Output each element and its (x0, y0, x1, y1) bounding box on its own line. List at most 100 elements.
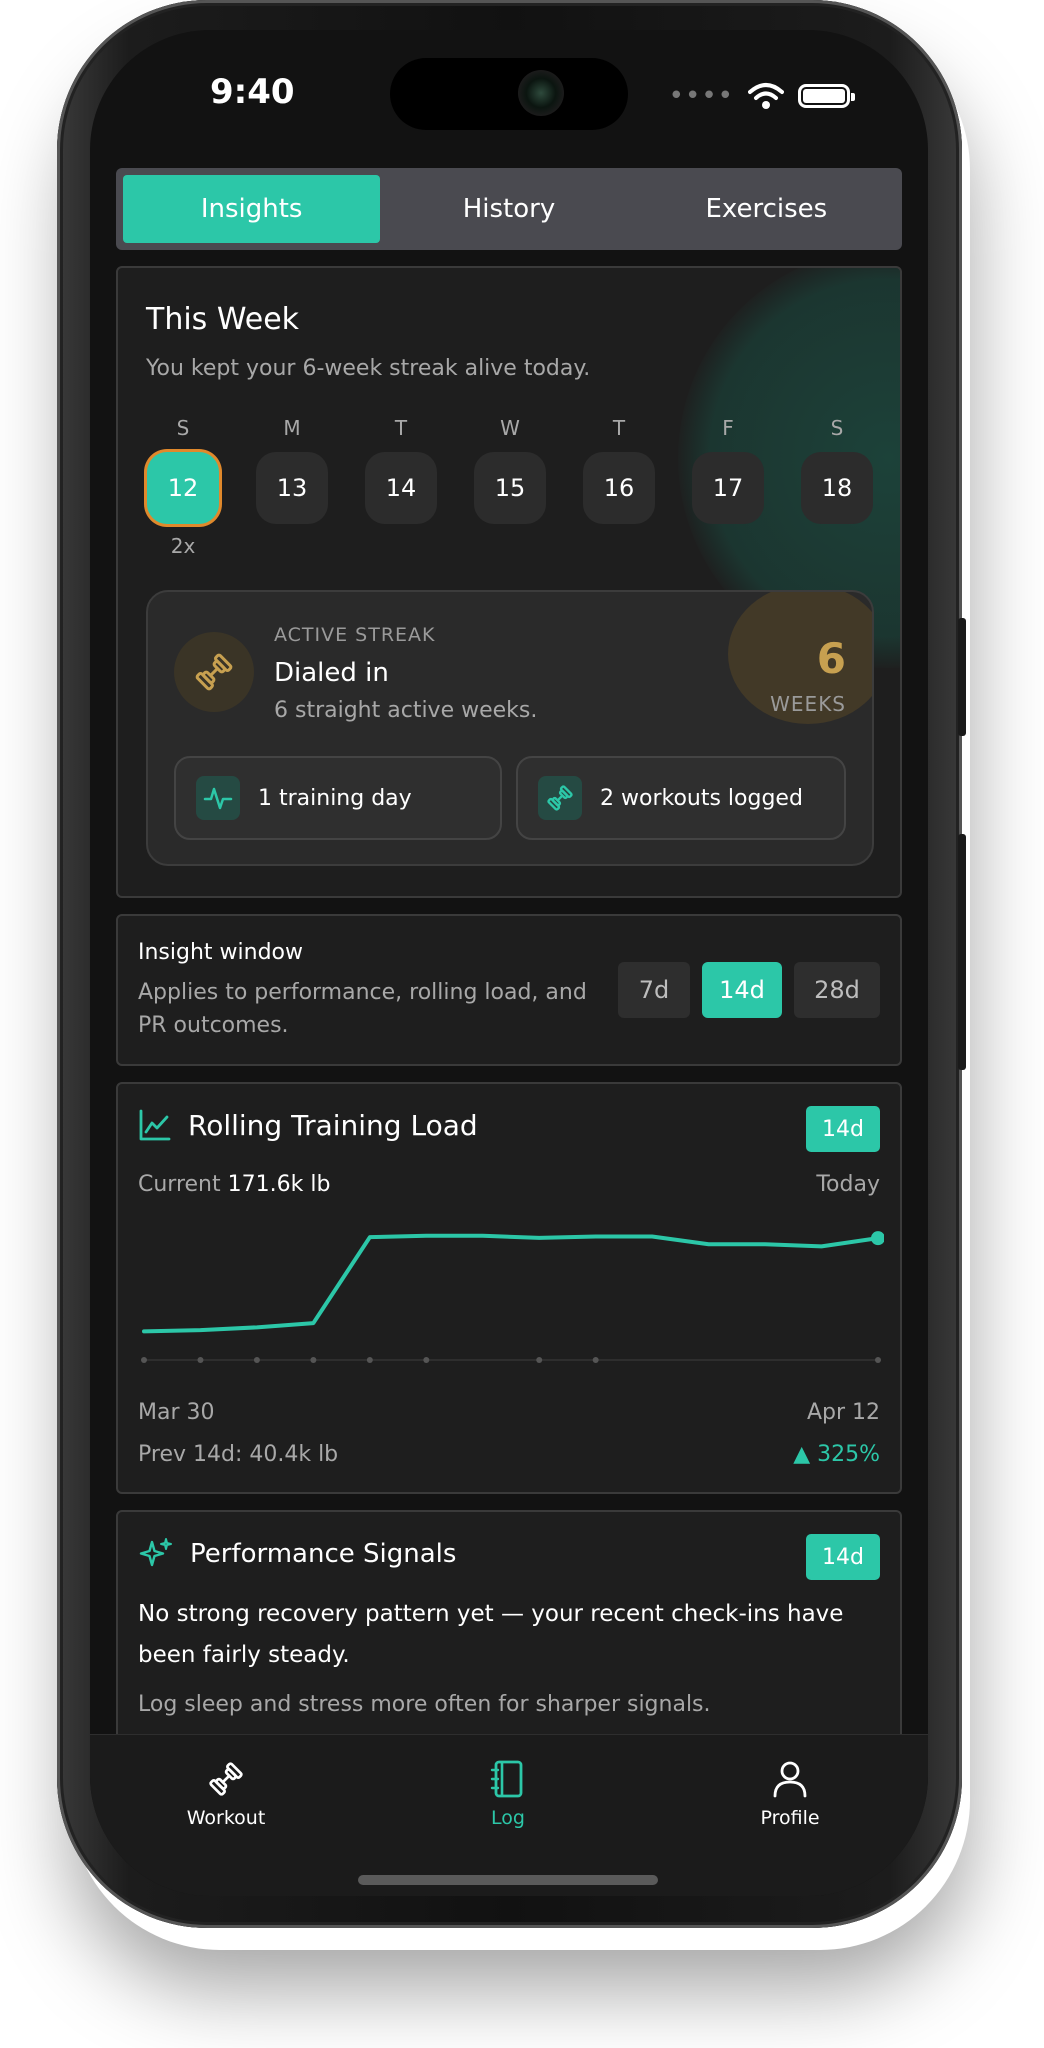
sparkles-icon (139, 1538, 172, 1567)
streak-unit: WEEKS (770, 692, 846, 716)
rolling-load-card: Rolling Training Load 14d Current 171.6k… (116, 1082, 902, 1494)
active-streak-card: ACTIVE STREAK Dialed in 6 straight activ… (146, 590, 874, 866)
performance-signals-footnote: Log sleep and stress more often for shar… (138, 1692, 711, 1717)
tab-history[interactable]: History (380, 175, 637, 243)
workout-marker (423, 1357, 430, 1363)
day-letter: M (283, 416, 301, 440)
workout-marker (141, 1357, 147, 1363)
today-label: Today (816, 1172, 880, 1197)
current-label: Current (138, 1172, 221, 1197)
week-title: This Week (146, 302, 300, 337)
load-change-percent: ▲ 325% (793, 1442, 880, 1467)
insight-window-card: Insight window Applies to performance, r… (116, 914, 902, 1066)
window-option-14d[interactable]: 14d (702, 962, 782, 1018)
nav-workout-label: Workout (186, 1807, 266, 1829)
day-workout-count: 2x (170, 534, 196, 558)
day-letter: S (176, 416, 190, 440)
performance-signals-title: Performance Signals (190, 1539, 457, 1569)
workout-marker (536, 1357, 543, 1363)
week-day-strip: S 12 2x M 13 T 14 W 15 T 16 F 17 S 18 (146, 416, 874, 558)
chart-end-date: Apr 12 (806, 1400, 880, 1425)
side-button (958, 834, 966, 1070)
day-button[interactable]: 17 (692, 452, 764, 524)
current-load: Current 171.6k lb (138, 1172, 330, 1197)
nav-log[interactable]: Log (428, 1759, 588, 1829)
wifi-icon (748, 83, 784, 109)
load-series-line (142, 1233, 880, 1334)
rolling-load-chart (141, 1231, 884, 1363)
performance-signals-header: Performance Signals (138, 1536, 456, 1572)
insight-window-description: Applies to performance, rolling load, an… (138, 980, 587, 1038)
home-indicator (358, 1875, 658, 1885)
nav-workout[interactable]: Workout (146, 1759, 306, 1829)
person-icon (773, 1761, 807, 1798)
camera-icon (518, 70, 564, 116)
window-option-28d[interactable]: 28d (794, 962, 880, 1018)
performance-window-badge: 14d (806, 1534, 880, 1580)
day-column: T 14 (364, 416, 438, 558)
workouts-logged-label: 2 workouts logged (600, 785, 803, 811)
workout-marker (253, 1357, 260, 1363)
tab-insights[interactable]: Insights (123, 175, 381, 243)
day-column: W 15 (473, 416, 547, 558)
dynamic-island (390, 58, 628, 130)
rolling-load-window-badge: 14d (806, 1106, 880, 1152)
battery-icon (798, 84, 855, 108)
bottom-tab-bar: Workout Log Profile (90, 1734, 928, 1896)
nav-log-label: Log (491, 1807, 525, 1829)
tab-exercises[interactable]: Exercises (638, 175, 895, 243)
workout-marker (592, 1357, 599, 1363)
dumbbell-icon (538, 776, 582, 820)
day-letter: S (830, 416, 844, 440)
training-days-label: 1 training day (258, 785, 412, 811)
workout-marker (197, 1357, 204, 1363)
nav-profile-label: Profile (760, 1807, 820, 1829)
workout-marker (310, 1357, 317, 1363)
day-column: T 16 (582, 416, 656, 558)
day-letter: F (722, 416, 734, 440)
day-button-selected[interactable]: 12 (147, 452, 219, 524)
rolling-load-header: Rolling Training Load (138, 1108, 478, 1142)
dumbbell-icon (174, 632, 254, 712)
status-icons: •••• (668, 81, 855, 111)
main-content: Insights History Exercises This Week You… (116, 168, 902, 1774)
day-button[interactable]: 15 (474, 452, 546, 524)
window-option-7d[interactable]: 7d (618, 962, 690, 1018)
dumbbell-icon (209, 1762, 243, 1796)
status-time: 9:40 (210, 72, 295, 112)
streak-subtitle: 6 straight active weeks. (274, 698, 538, 723)
day-column: M 13 (255, 416, 329, 558)
activity-icon (196, 776, 240, 820)
day-button[interactable]: 14 (365, 452, 437, 524)
day-button[interactable]: 16 (583, 452, 655, 524)
day-letter: W (500, 416, 520, 440)
segmented-control: Insights History Exercises (116, 168, 902, 250)
current-value: 171.6k lb (227, 1172, 331, 1197)
nav-profile[interactable]: Profile (710, 1759, 870, 1829)
chart-start-date: Mar 30 (138, 1400, 215, 1425)
day-column: S 18 (800, 416, 874, 558)
window-selector: 7d 14d 28d (618, 962, 880, 1018)
streak-title: Dialed in (274, 658, 389, 688)
workouts-logged-chip: 2 workouts logged (516, 756, 846, 840)
phone-screen: 9:40 •••• Insights History Exercises Thi… (90, 30, 928, 1896)
workout-marker (875, 1357, 881, 1363)
previous-period-load: Prev 14d: 40.4k lb (138, 1442, 339, 1467)
current-value-point (871, 1231, 884, 1246)
notebook-icon (490, 1760, 523, 1798)
workout-marker (366, 1357, 373, 1363)
day-letter: T (394, 416, 408, 440)
week-subtitle: You kept your 6-week streak alive today. (146, 356, 591, 381)
day-button[interactable]: 18 (801, 452, 873, 524)
day-button[interactable]: 13 (256, 452, 328, 524)
streak-kicker: ACTIVE STREAK (274, 624, 436, 646)
day-letter: T (612, 416, 626, 440)
signal-icon: •••• (668, 81, 734, 111)
performance-signals-body: No strong recovery pattern yet — your re… (138, 1601, 844, 1668)
training-days-chip: 1 training day (174, 756, 502, 840)
power-button (958, 618, 966, 736)
rolling-load-title: Rolling Training Load (188, 1108, 478, 1142)
day-column: S 12 2x (146, 416, 220, 558)
day-column: F 17 (691, 416, 765, 558)
this-week-card: This Week You kept your 6-week streak al… (116, 266, 902, 898)
